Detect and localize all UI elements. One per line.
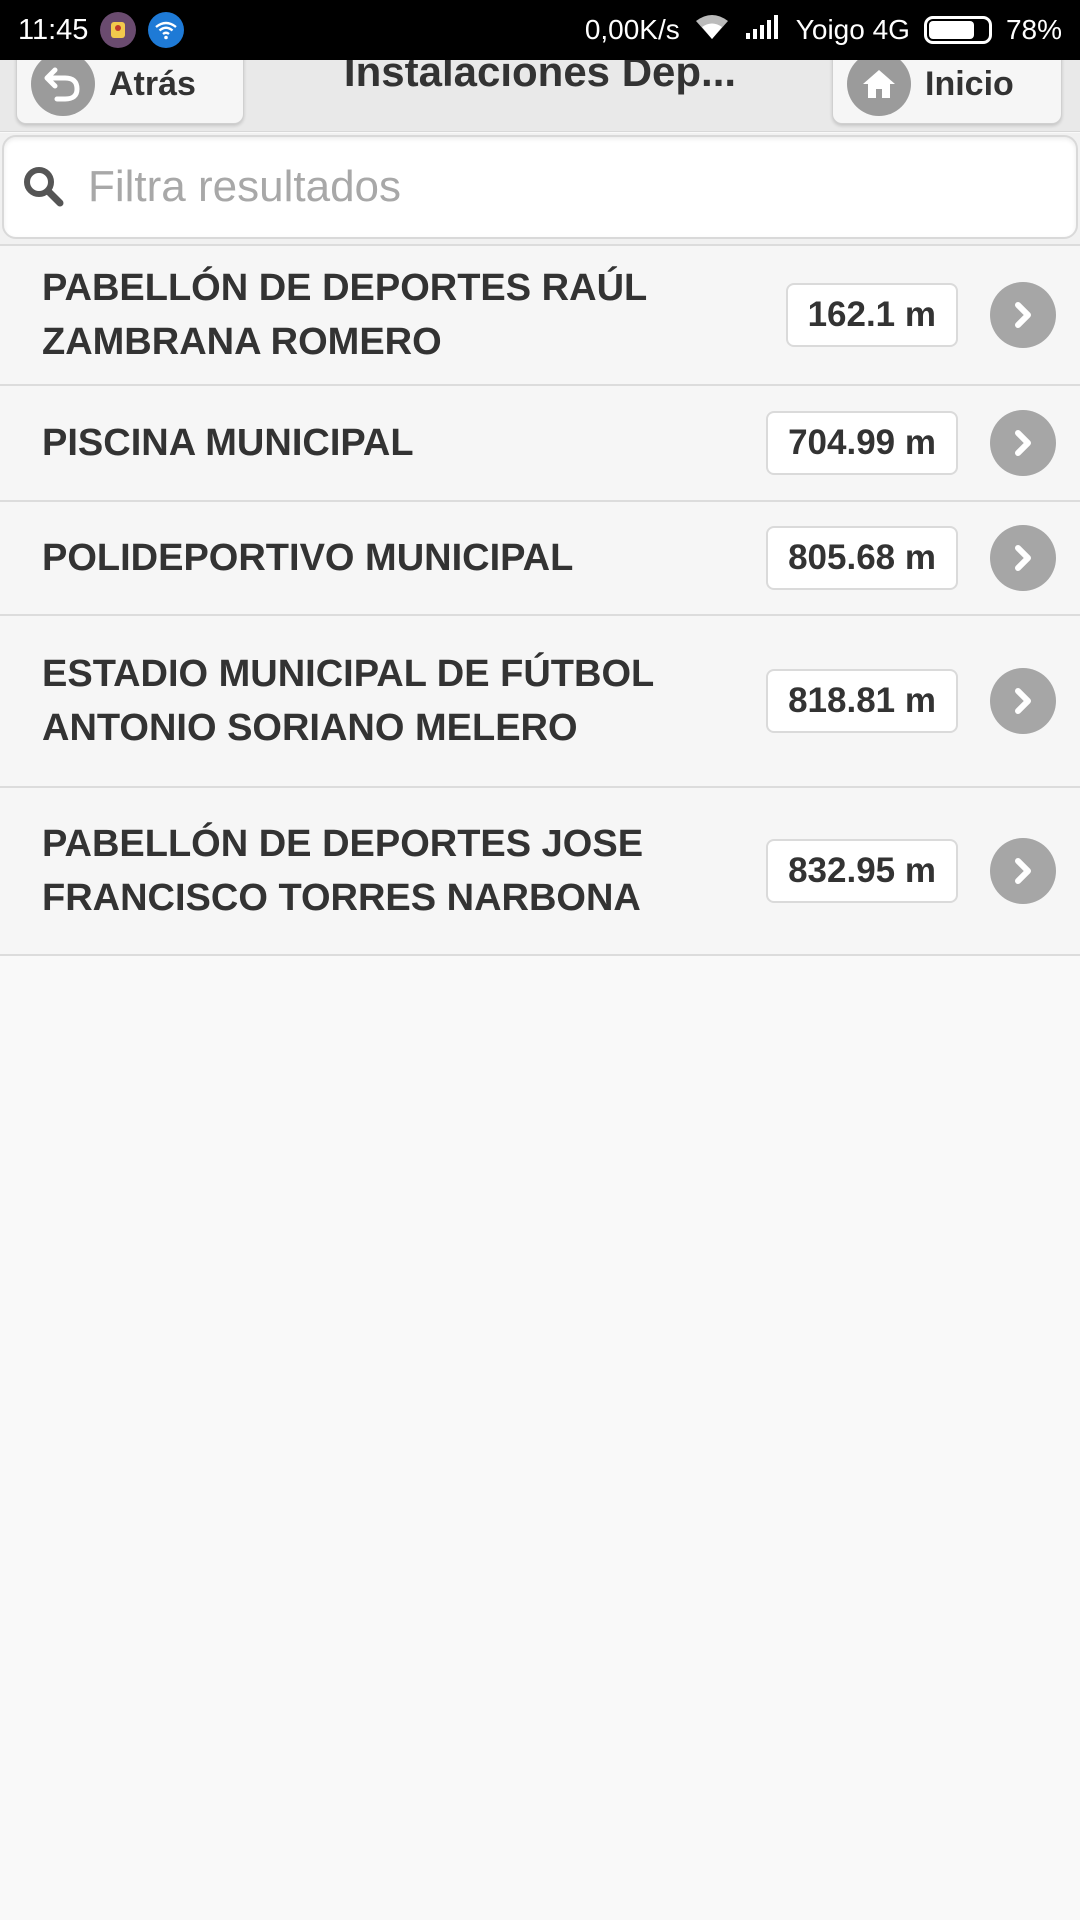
- back-arrow-icon: [31, 60, 95, 116]
- chevron-right-icon[interactable]: [990, 668, 1056, 734]
- distance-badge: 805.68 m: [766, 526, 958, 590]
- status-left: 11:45: [18, 12, 185, 48]
- status-time: 11:45: [18, 13, 89, 46]
- distance-badge: 162.1 m: [785, 283, 958, 347]
- app-notification-icon: [100, 12, 137, 48]
- distance-badge: 832.95 m: [766, 839, 958, 903]
- home-icon: [847, 60, 911, 116]
- facility-name: POLIDEPORTIVO MUNICIPAL: [42, 537, 574, 579]
- facility-name: PABELLÓN DE DEPORTES JOSE FRANCISCO TORR…: [42, 823, 644, 919]
- list-item[interactable]: POLIDEPORTIVO MUNICIPAL 805.68 m: [0, 502, 1080, 616]
- facility-list: PABELLÓN DE DEPORTES RAÚL ZAMBRANA ROMER…: [0, 244, 1080, 956]
- distance-badge: 704.99 m: [766, 411, 958, 475]
- chevron-right-icon[interactable]: [990, 838, 1056, 904]
- search-icon: [24, 167, 64, 207]
- search-input[interactable]: [88, 162, 988, 212]
- wifi-signal-icon: [694, 13, 730, 48]
- network-speed: 0,00K/s: [584, 14, 680, 45]
- search-bar: [0, 133, 1080, 245]
- list-item[interactable]: PABELLÓN DE DEPORTES JOSE FRANCISCO TORR…: [0, 788, 1080, 956]
- home-button[interactable]: Inicio: [832, 60, 1062, 124]
- battery-icon: [923, 16, 992, 44]
- list-item[interactable]: ESTADIO MUNICIPAL DE FÚTBOL ANTONIO SORI…: [0, 616, 1080, 788]
- facility-name: ESTADIO MUNICIPAL DE FÚTBOL ANTONIO SORI…: [42, 653, 654, 749]
- carrier-label: Yoigo 4G: [795, 14, 910, 45]
- page-title: Instalaciones Dep...: [343, 60, 737, 95]
- status-right: 0,00K/s Yoigo 4G 78%: [585, 13, 1062, 48]
- back-button[interactable]: Atrás: [16, 60, 244, 124]
- list-item[interactable]: PABELLÓN DE DEPORTES RAÚL ZAMBRANA ROMER…: [0, 246, 1080, 386]
- facility-name: PISCINA MUNICIPAL: [42, 422, 414, 464]
- battery-percent: 78%: [1005, 14, 1062, 45]
- list-item[interactable]: PISCINA MUNICIPAL 704.99 m: [0, 386, 1080, 502]
- distance-badge: 818.81 m: [766, 669, 958, 733]
- chevron-right-icon[interactable]: [990, 410, 1056, 476]
- home-label: Inicio: [925, 64, 1014, 103]
- chevron-right-icon[interactable]: [990, 282, 1056, 348]
- chevron-right-icon[interactable]: [990, 525, 1056, 591]
- facility-name: PABELLÓN DE DEPORTES RAÚL ZAMBRANA ROMER…: [42, 267, 647, 363]
- battery-level: [928, 21, 975, 39]
- cell-signal-icon: [744, 13, 782, 48]
- wifi-notification-icon: [148, 12, 185, 48]
- search-box[interactable]: [2, 135, 1078, 239]
- back-label: Atrás: [109, 64, 196, 103]
- status-bar: 11:45 0,00K/s Yoigo 4G 78%: [0, 0, 1080, 60]
- app-header: Atrás Instalaciones Dep... Inicio: [0, 60, 1080, 132]
